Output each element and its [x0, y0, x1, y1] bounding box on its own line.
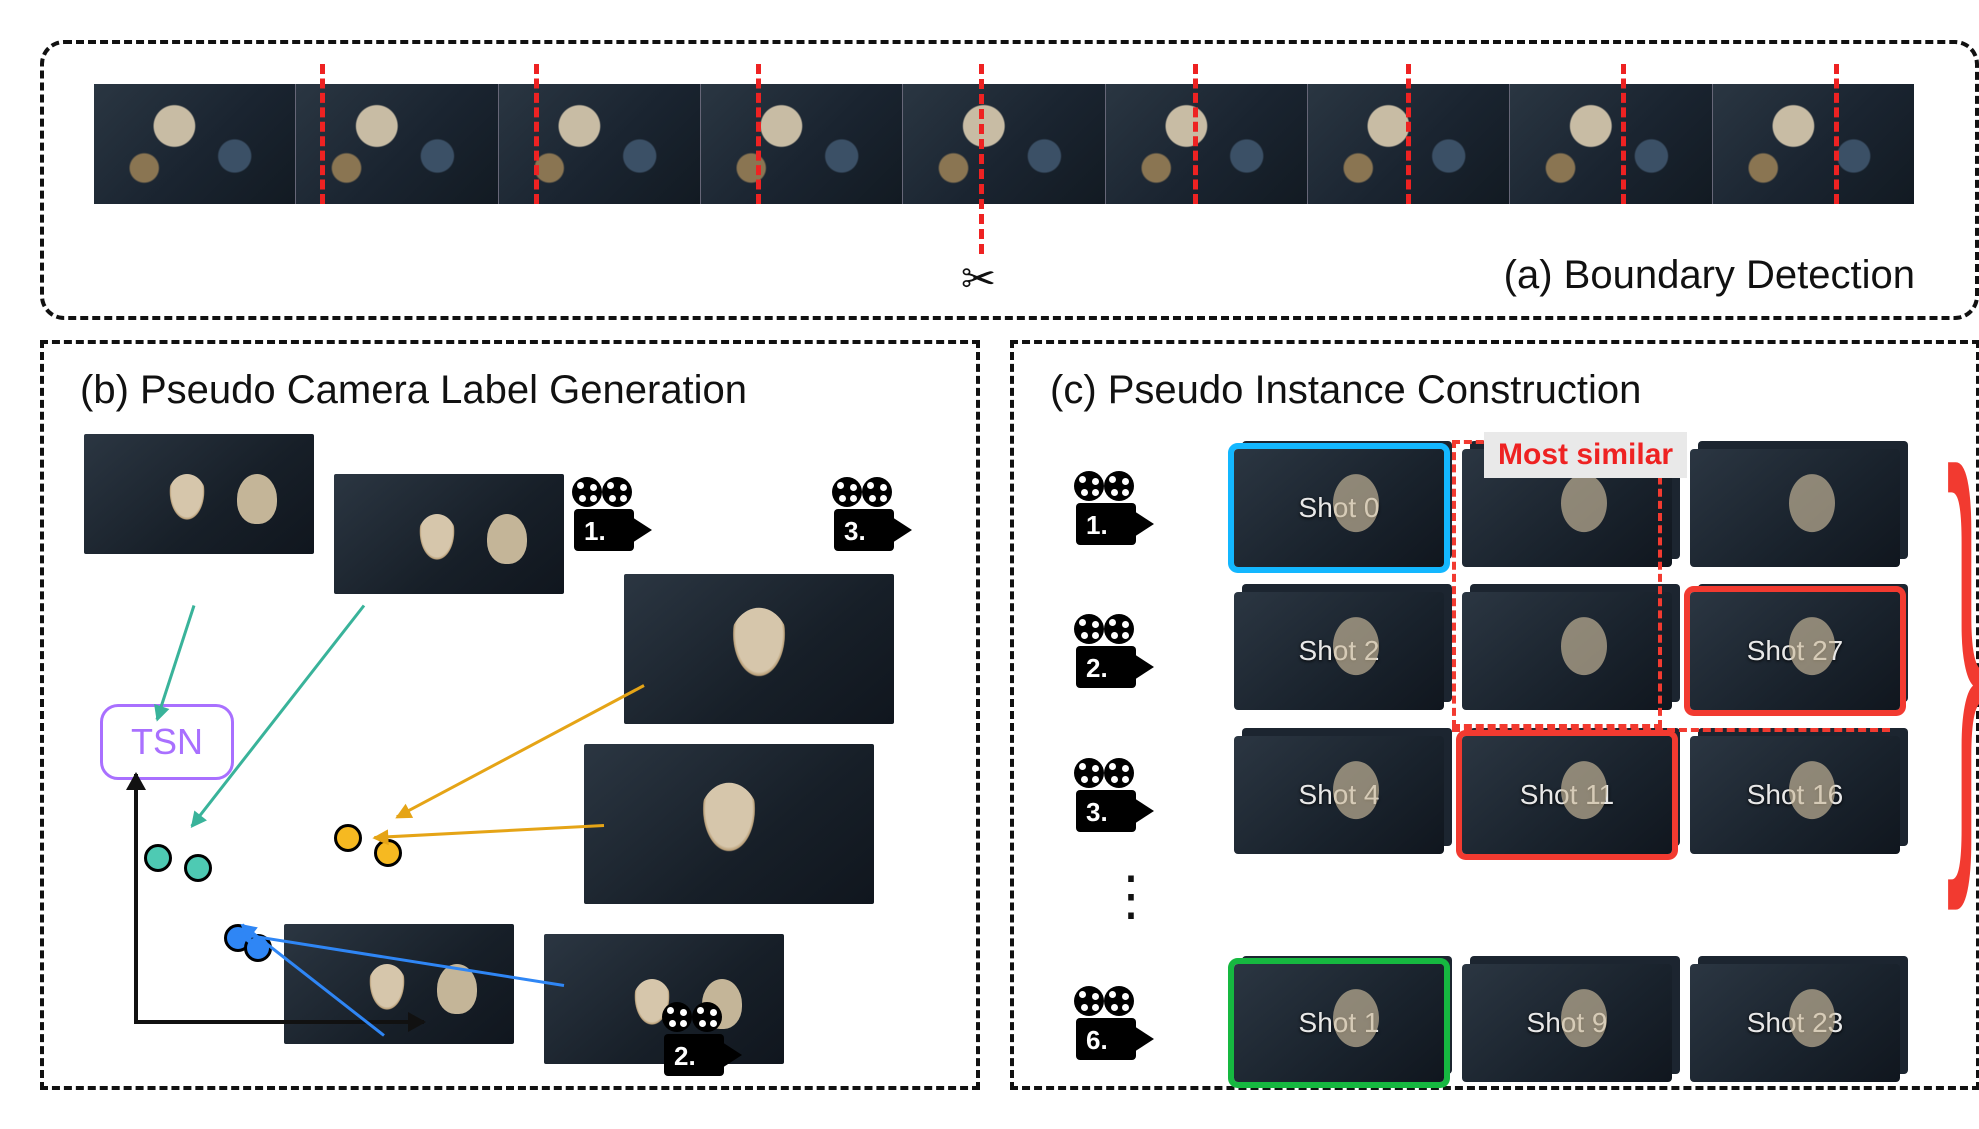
camera-icon: 3. [834, 479, 912, 551]
brace-icon: } [1946, 404, 1979, 884]
film-frame [701, 84, 903, 204]
thumb-man-balcony-2 [584, 744, 874, 904]
feature-axes [104, 774, 424, 1034]
film-frame [296, 84, 498, 204]
thumb-man-balcony-1 [624, 574, 894, 724]
panel-b-pseudo-camera-label: (b) Pseudo Camera Label Generation TSN 1… [40, 340, 980, 1090]
camera-icon: 1. [574, 479, 652, 551]
shot-row: Shot 1Shot 9Shot 23 [1234, 964, 1900, 1082]
scissors-icon: ✂ [961, 254, 996, 303]
arrow-teal-1 [155, 605, 195, 720]
film-frame [499, 84, 701, 204]
shot-boundary [1406, 64, 1411, 204]
panel-c-title: (c) Pseudo Instance Construction [1050, 368, 1641, 413]
camera-icon: 2. [664, 1004, 742, 1076]
panel-a-title: (a) Boundary Detection [1504, 253, 1915, 298]
shot-thumbnail: Shot 27 [1690, 592, 1900, 710]
camera-icon: 1. [1076, 473, 1154, 545]
shot-boundary [1834, 64, 1839, 204]
film-frame [903, 84, 1105, 204]
shot-thumbnail: Shot 11 [1462, 736, 1672, 854]
thumb-crowd-1 [84, 434, 314, 554]
shot-thumbnail: Shot 9 [1462, 964, 1672, 1082]
shot-thumbnail: Shot 23 [1690, 964, 1900, 1082]
thumb-crowd-2 [334, 474, 564, 594]
panel-b-title: (b) Pseudo Camera Label Generation [80, 368, 747, 413]
most-similar-connector [1452, 728, 1890, 732]
shot-boundary [1193, 64, 1198, 204]
shot-thumbnail: Shot 1 [1234, 964, 1444, 1082]
shot-boundary [756, 64, 761, 204]
panel-a-boundary-detection: ✂ (a) Boundary Detection [40, 40, 1979, 320]
cluster-dot-teal [184, 854, 212, 882]
cluster-dot-yellow [334, 824, 362, 852]
cluster-dot-teal [144, 844, 172, 872]
shot-thumbnail: Shot 16 [1690, 736, 1900, 854]
camera-number: 1. [584, 516, 606, 547]
shot-boundary [534, 64, 539, 204]
panel-c-pseudo-instance: (c) Pseudo Instance Construction 1. 2. 3. 6… [1010, 340, 1979, 1090]
most-similar-box-1 [1452, 440, 1662, 728]
shot-boundary [979, 64, 984, 254]
camera-icon: 3. [1076, 760, 1154, 832]
shot-thumbnail: Shot 2 [1234, 592, 1444, 710]
camera-number: 3. [844, 516, 866, 547]
shot-boundary [1621, 64, 1626, 204]
camera-icon: 6. [1076, 988, 1154, 1060]
shot-boundary [320, 64, 325, 204]
camera-number: 2. [1086, 653, 1108, 684]
camera-icon: 2. [1076, 616, 1154, 688]
shot-thumbnail: Shot 4 [1234, 736, 1444, 854]
film-frame [94, 84, 296, 204]
camera-number: 6. [1086, 1025, 1108, 1056]
shot-thumbnail [1690, 449, 1900, 567]
film-strip [94, 84, 1914, 204]
camera-number: 1. [1086, 510, 1108, 541]
most-similar-label: Most similar [1484, 432, 1687, 478]
shot-row: Shot 4Shot 11Shot 16 [1234, 736, 1900, 854]
camera-number: 2. [674, 1041, 696, 1072]
vertical-dots-icon: ⋮ [1104, 884, 1168, 908]
shot-thumbnail: Shot 0 [1234, 449, 1444, 567]
film-frame [1510, 84, 1712, 204]
film-frame [1106, 84, 1308, 204]
film-frame [1713, 84, 1914, 204]
camera-number: 3. [1086, 797, 1108, 828]
